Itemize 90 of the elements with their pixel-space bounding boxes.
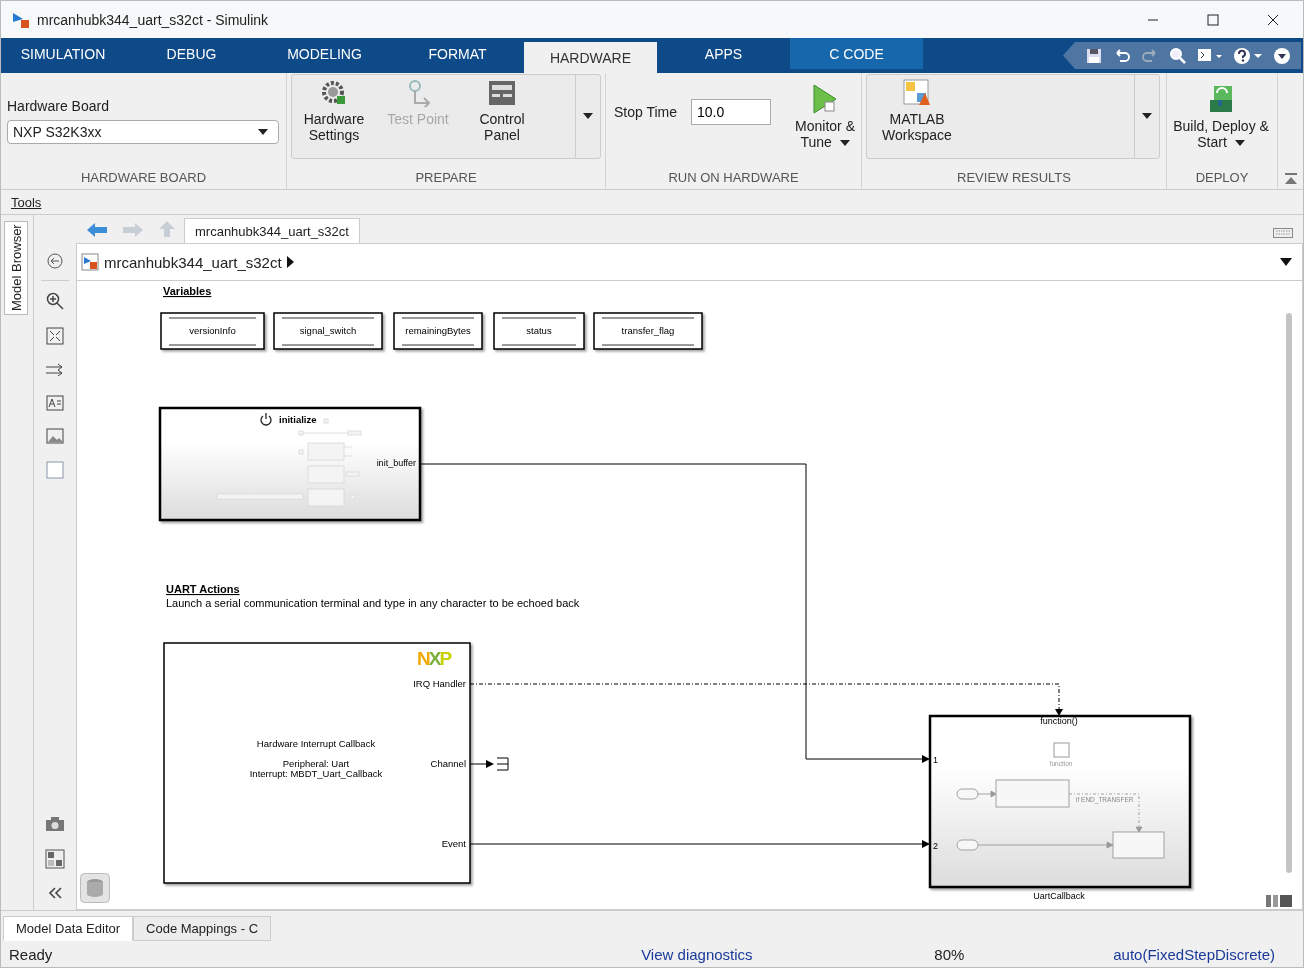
- trigger-label: function(): [1040, 716, 1078, 726]
- port-number: 1: [933, 755, 938, 765]
- keyboard-icon[interactable]: [1273, 228, 1293, 238]
- caret-icon[interactable]: [1280, 258, 1292, 266]
- variable-block[interactable]: versionInfo: [160, 312, 265, 350]
- ribbon-button[interactable]: Control Panel: [460, 74, 544, 158]
- ribbon-tab[interactable]: C CODE: [790, 38, 923, 69]
- section-label: DEPLOY: [1194, 169, 1250, 187]
- fit-view-icon[interactable]: [46, 327, 64, 345]
- control-panel-icon: [488, 78, 516, 107]
- tools-menu[interactable]: Tools: [11, 194, 42, 210]
- scrollbar[interactable]: [1286, 313, 1292, 873]
- ribbon-tab[interactable]: APPS: [657, 38, 790, 69]
- caret-icon: [258, 129, 268, 135]
- image-icon[interactable]: [46, 428, 64, 444]
- block-name: UartCallback: [1033, 891, 1085, 901]
- port-label: Event: [441, 838, 466, 849]
- play-icon: [812, 84, 839, 114]
- save-icon[interactable]: [1085, 46, 1103, 65]
- grid-icon[interactable]: [45, 849, 65, 869]
- port-label: init_buffer: [376, 458, 416, 468]
- caret-icon[interactable]: [1142, 113, 1152, 119]
- ribbon-button[interactable]: Hardware Settings: [292, 74, 376, 158]
- camera-icon[interactable]: [45, 816, 65, 832]
- ribbon-tab[interactable]: FORMAT: [391, 38, 524, 69]
- caret-icon: [839, 140, 850, 147]
- gear-icon: [320, 78, 348, 107]
- block-text: Hardware Interrupt Callback: [256, 738, 376, 749]
- breadcrumb[interactable]: mrcanhubk344_uart_s32ct: [104, 253, 282, 271]
- section-label: PREPARE: [414, 169, 478, 187]
- nxp-logo: NXP: [417, 648, 451, 669]
- block-title: initialize: [279, 414, 317, 425]
- overview-icon[interactable]: [1266, 895, 1292, 907]
- field-label: Stop Time: [614, 104, 678, 120]
- caret-icon[interactable]: [583, 113, 593, 119]
- port-label: Channel: [430, 758, 466, 769]
- collapse-left-icon[interactable]: [47, 886, 63, 900]
- port-number: 2: [933, 841, 938, 851]
- bottom-tab[interactable]: Model Data Editor: [3, 916, 134, 941]
- model-tab[interactable]: mrcanhubk344_uart_s32ct: [184, 218, 360, 243]
- bottom-tab[interactable]: Code Mappings - C: [133, 916, 272, 941]
- model-icon: [81, 253, 99, 271]
- undo-icon[interactable]: [1113, 46, 1131, 65]
- ribbon-button[interactable]: Monitor & Tune: [785, 80, 866, 154]
- hide-icon[interactable]: [47, 253, 63, 269]
- workspace-icon: [903, 78, 931, 107]
- caret-right-icon[interactable]: [286, 256, 294, 268]
- close-icon[interactable]: [1267, 13, 1279, 26]
- stop-time-field[interactable]: 10.0: [691, 99, 772, 125]
- subsystem-block[interactable]: [928, 714, 1192, 889]
- model-browser-tab[interactable]: Model Browser: [4, 221, 28, 315]
- field-label: Hardware Board: [7, 98, 109, 114]
- section-label: RUN ON HARDWARE: [667, 169, 800, 187]
- caret-icon: [1234, 140, 1245, 147]
- trigger-port-drawing: [1053, 742, 1070, 758]
- zoom-icon[interactable]: [46, 292, 64, 310]
- help-icon[interactable]: [1233, 46, 1263, 65]
- back-arrow-icon[interactable]: [86, 222, 108, 238]
- zoom-level: 80%: [934, 945, 966, 963]
- interrupt-block[interactable]: [163, 642, 471, 884]
- variable-block[interactable]: signal_switch: [273, 312, 383, 350]
- solver-link[interactable]: auto(FixedStepDiscrete): [1113, 945, 1275, 963]
- ribbon-tab[interactable]: DEBUG: [125, 38, 258, 69]
- terminator-drawing: [496, 757, 509, 771]
- collapse-icon[interactable]: [1283, 173, 1298, 185]
- diagnostics-link[interactable]: View diagnostics: [641, 945, 935, 963]
- window-title: mrcanhubk344_uart_s32ct - Simulink: [37, 11, 269, 28]
- annotation-title: Variables: [163, 285, 212, 297]
- hardware-board-dropdown[interactable]: NXP S32K3xx: [7, 120, 279, 144]
- variable-block[interactable]: transfer_flag: [593, 312, 703, 350]
- annotation-text: Launch a serial communication terminal and type in any character to be echoed back: [166, 597, 580, 609]
- annotation-title: UART Actions: [166, 583, 240, 595]
- ribbon-tab[interactable]: HARDWARE: [524, 42, 657, 73]
- variable-block[interactable]: remainingBytes: [393, 312, 483, 350]
- variable-block[interactable]: status: [493, 312, 585, 350]
- ribbon-button[interactable]: MATLAB Workspace: [867, 74, 967, 158]
- expand-icon[interactable]: [1273, 46, 1291, 65]
- section-label: HARDWARE BOARD: [79, 169, 208, 187]
- ribbon-button[interactable]: Build, Deploy & Start: [1171, 80, 1271, 154]
- search-icon[interactable]: [1169, 46, 1187, 65]
- text-annotation-icon[interactable]: [46, 395, 64, 411]
- ribbon-tab[interactable]: SIMULATION: [1, 38, 125, 69]
- maximize-icon[interactable]: [1207, 13, 1219, 26]
- status-text: Ready: [9, 945, 54, 963]
- ribbon-tab[interactable]: MODELING: [258, 38, 391, 69]
- section-label: REVIEW RESULTS: [956, 169, 1072, 187]
- power-icon: [260, 412, 272, 426]
- port-label: IRQ Handler: [413, 678, 466, 689]
- block-text: Peripheral: Uart Interrupt: MBDT_Uart_Callback: [249, 758, 383, 779]
- arrows-icon[interactable]: [45, 362, 65, 378]
